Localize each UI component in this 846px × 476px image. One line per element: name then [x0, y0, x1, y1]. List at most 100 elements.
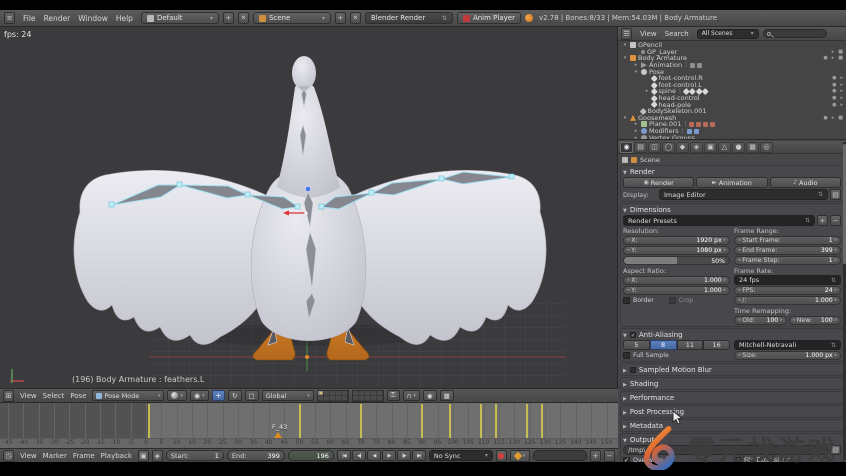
aa-sample-8-button[interactable]: 8	[650, 340, 677, 350]
panel-header-antialiasing[interactable]: Anti-Aliasing	[623, 330, 841, 339]
cursor-icon[interactable]: ▸	[832, 115, 835, 121]
scene-dropdown[interactable]: Scene ▾	[253, 12, 331, 24]
cursor-icon[interactable]: ▸	[840, 88, 843, 94]
tab-render[interactable]: ◉	[620, 142, 633, 153]
tab-constraints[interactable]: ◈	[690, 142, 703, 153]
jump-start-button[interactable]: |◀	[337, 450, 351, 461]
keyframe-line[interactable]	[360, 404, 362, 438]
keyframe-line[interactable]	[421, 404, 423, 438]
display-dropdown[interactable]: Image Editor⇅	[659, 189, 828, 200]
aa-filter-dropdown[interactable]: Mitchell-Netravali⇅	[734, 340, 841, 350]
cursor-icon[interactable]: ▸	[840, 82, 843, 88]
expand-icon[interactable]: ▸	[633, 121, 639, 127]
eye-icon[interactable]: ●	[832, 102, 836, 108]
render-engine-dropdown[interactable]: Blender Render ⇅	[365, 12, 453, 24]
menu-file[interactable]: File	[19, 14, 40, 23]
start-frame-field[interactable]: Start:1	[166, 450, 224, 461]
uv-icon[interactable]	[710, 122, 715, 127]
frame-step-field[interactable]: Frame Step:1	[734, 256, 841, 265]
layer-dot[interactable]	[377, 396, 383, 401]
collapse-icon[interactable]: ▾	[622, 55, 628, 61]
play-button[interactable]: ▶	[382, 450, 396, 461]
outliner-editor-icon[interactable]: ☰	[621, 28, 632, 40]
tab-world[interactable]: ◯	[662, 142, 675, 153]
outliner-menu-search[interactable]: Search	[661, 30, 693, 38]
remove-preset-button[interactable]: −	[830, 215, 841, 226]
cursor-icon[interactable]: ▸	[840, 102, 843, 108]
aspect-x-field[interactable]: X:1.000	[623, 276, 730, 285]
eye-icon[interactable]: ●	[832, 82, 836, 88]
collapse-icon[interactable]: ▾	[622, 115, 628, 121]
prev-key-button[interactable]: ◀|	[352, 450, 366, 461]
eye-icon[interactable]: ●	[832, 75, 836, 81]
aa-sample-5-button[interactable]: 5	[623, 340, 650, 350]
keying-set-field[interactable]	[533, 450, 587, 461]
menu-window[interactable]: Window	[74, 14, 112, 23]
lock-icon[interactable]: ⚿	[387, 390, 400, 401]
aa-sample-11-button[interactable]: 11	[677, 340, 704, 350]
insert-keyframe-button[interactable]: +	[590, 450, 601, 462]
sync-dropdown[interactable]: No Sync▾	[429, 450, 493, 461]
timeline-editor-icon[interactable]: ◷	[3, 450, 14, 462]
layer-grid-1[interactable]	[352, 390, 384, 402]
play-reverse-button[interactable]: ◀	[367, 450, 381, 461]
camera-icon[interactable]: ■	[838, 55, 843, 61]
panel-header[interactable]: Performance	[623, 393, 841, 402]
viewport-menu-select[interactable]: Select	[40, 392, 68, 400]
viewport-shading-dropdown[interactable]: ▾	[167, 390, 187, 401]
viewport-editor-icon[interactable]: ⊞	[3, 390, 14, 402]
add-scene-button[interactable]: +	[335, 12, 346, 24]
eye-icon[interactable]: ●	[832, 95, 836, 101]
resolution-y-field[interactable]: Y:1080 px	[623, 246, 730, 255]
layer-grid-0[interactable]	[317, 390, 349, 402]
tab-physics[interactable]: ◎	[760, 142, 773, 153]
start-frame-field[interactable]: Start Frame:1	[734, 236, 841, 245]
menu-help[interactable]: Help	[112, 14, 137, 23]
add-layout-button[interactable]: +	[223, 12, 234, 24]
keying-set-button[interactable]: ▾	[510, 450, 530, 462]
panel-header[interactable]: Sampled Motion Blur	[623, 365, 841, 374]
expand-icon[interactable]: ▸	[633, 128, 639, 134]
current-frame-field[interactable]: 196	[288, 450, 334, 461]
fps-field[interactable]: FPS:24	[734, 286, 841, 295]
screen-layout-dropdown[interactable]: Default ▾	[141, 12, 219, 24]
timeline-menu-marker[interactable]: Marker	[40, 452, 70, 460]
keyframe-line[interactable]	[299, 404, 301, 438]
tab-data[interactable]: △	[718, 142, 731, 153]
panel-header-dimensions[interactable]: Dimensions	[623, 205, 841, 214]
search-input[interactable]	[763, 29, 827, 38]
anim-player-button[interactable]: Anim Player	[457, 12, 521, 24]
tab-texture[interactable]: ▦	[746, 142, 759, 153]
expand-icon[interactable]: ▸	[644, 88, 650, 94]
layer-dot[interactable]	[342, 396, 348, 401]
camera-icon[interactable]: ■	[838, 115, 843, 121]
eye-icon[interactable]: ●	[832, 88, 836, 94]
keyframe-line[interactable]	[480, 404, 482, 438]
jump-end-button[interactable]: ▶|	[412, 450, 426, 461]
keyframe-line[interactable]	[449, 404, 451, 438]
panel-header-render[interactable]: Render	[623, 167, 841, 176]
pin-icon[interactable]	[622, 157, 628, 163]
cursor-icon[interactable]: ▸	[832, 55, 835, 61]
aa-sample-16-button[interactable]: 16	[703, 340, 730, 350]
keyframe-line[interactable]	[541, 404, 543, 438]
cursor-icon[interactable]: ▸	[840, 95, 843, 101]
outliner-row[interactable]: foot-control.R●▸	[618, 75, 846, 82]
orientation-dropdown[interactable]: Global▾	[262, 390, 314, 401]
cursor-icon[interactable]: ▸	[832, 49, 835, 55]
info-editor-icon[interactable]: ≡	[4, 12, 15, 24]
tab-scene[interactable]: ◫	[648, 142, 661, 153]
render-opengl-anim-button[interactable]: ▦	[440, 390, 454, 401]
menu-render[interactable]: Render	[40, 14, 75, 23]
viewport-menu-view[interactable]: View	[17, 392, 40, 400]
preview-range-toggle[interactable]: ▣	[138, 450, 149, 462]
crop-checkbox[interactable]	[669, 297, 676, 304]
end-frame-field[interactable]: End:399	[227, 450, 285, 461]
timeline[interactable]: -45-40-35-30-25-20-15-10-505101520253035…	[0, 403, 618, 448]
outliner-menu-view[interactable]: View	[636, 30, 661, 38]
delete-layout-button[interactable]: ✕	[238, 12, 249, 24]
render-button[interactable]: ◉Render	[623, 177, 694, 188]
marker-icon[interactable]	[274, 432, 282, 438]
manipulator-rotate-toggle[interactable]: ↻	[228, 390, 241, 401]
render-animation-button[interactable]: ►Animation	[696, 177, 767, 188]
